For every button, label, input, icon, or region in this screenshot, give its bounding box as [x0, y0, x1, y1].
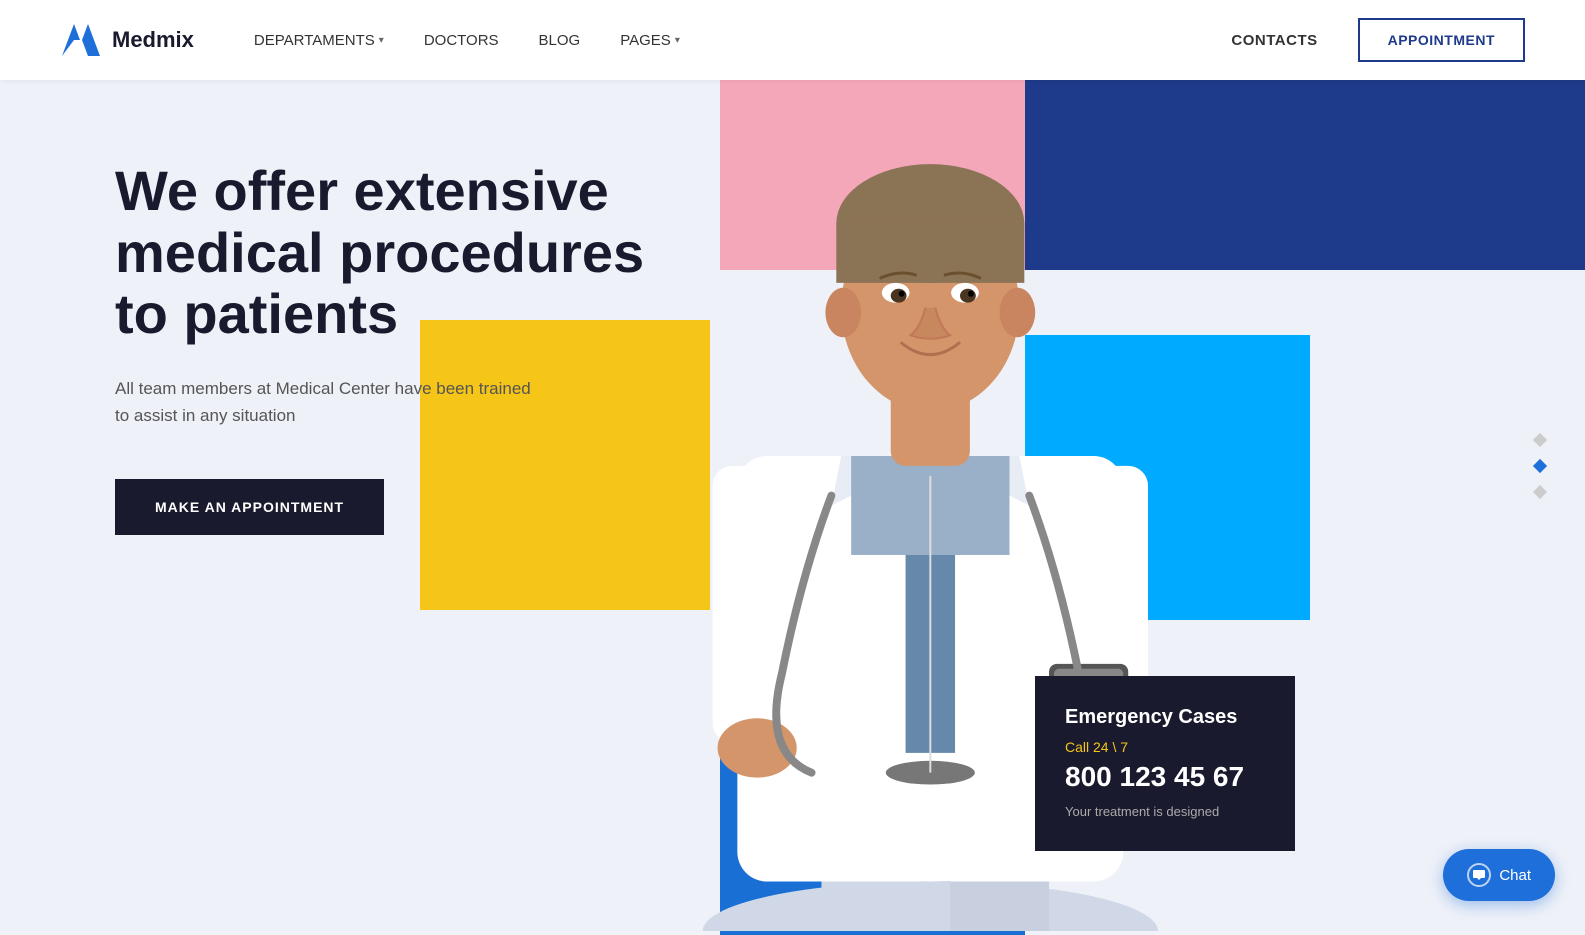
nav-right: CONTACTS APPOINTMENT [1231, 18, 1525, 62]
nav-departaments[interactable]: DEPARTAMENTS ▾ [254, 32, 384, 49]
logo-link[interactable]: Medmix [60, 22, 194, 58]
pages-chevron: ▾ [675, 35, 680, 46]
appointment-button[interactable]: APPOINTMENT [1358, 18, 1525, 62]
chat-button[interactable]: Chat [1443, 849, 1555, 901]
emergency-desc: Your treatment is designed [1065, 803, 1265, 821]
hero-title: We offer extensive medical procedures to… [115, 160, 695, 345]
scroll-dot-3[interactable] [1533, 484, 1547, 498]
brand-name: Medmix [112, 27, 194, 53]
hero-subtitle: All team members at Medical Center have … [115, 375, 545, 429]
hero-content: We offer extensive medical procedures to… [115, 160, 695, 535]
scroll-dots [1535, 435, 1545, 497]
emergency-phone: 800 123 45 67 [1065, 761, 1265, 793]
scroll-dot-1[interactable] [1533, 432, 1547, 446]
cta-button[interactable]: MAKE AN APPOINTMENT [115, 479, 384, 535]
emergency-call-label: Call 24 \ 7 [1065, 739, 1265, 755]
nav-doctors[interactable]: DOCTORS [424, 32, 499, 49]
departaments-chevron: ▾ [379, 35, 384, 46]
scroll-dot-2[interactable] [1533, 458, 1547, 472]
nav-blog[interactable]: BLOG [539, 32, 581, 49]
nav-links: DEPARTAMENTS ▾ DOCTORS BLOG PAGES ▾ [254, 32, 1231, 49]
hero-section: We offer extensive medical procedures to… [0, 0, 1585, 931]
navigation: Medmix DEPARTAMENTS ▾ DOCTORS BLOG PAGES… [0, 0, 1585, 80]
nav-pages[interactable]: PAGES ▾ [620, 32, 680, 49]
logo-icon [60, 22, 102, 58]
contacts-link[interactable]: CONTACTS [1231, 32, 1317, 49]
emergency-card: Emergency Cases Call 24 \ 7 800 123 45 6… [1035, 676, 1295, 851]
emergency-title: Emergency Cases [1065, 706, 1265, 729]
chat-icon [1467, 863, 1491, 887]
